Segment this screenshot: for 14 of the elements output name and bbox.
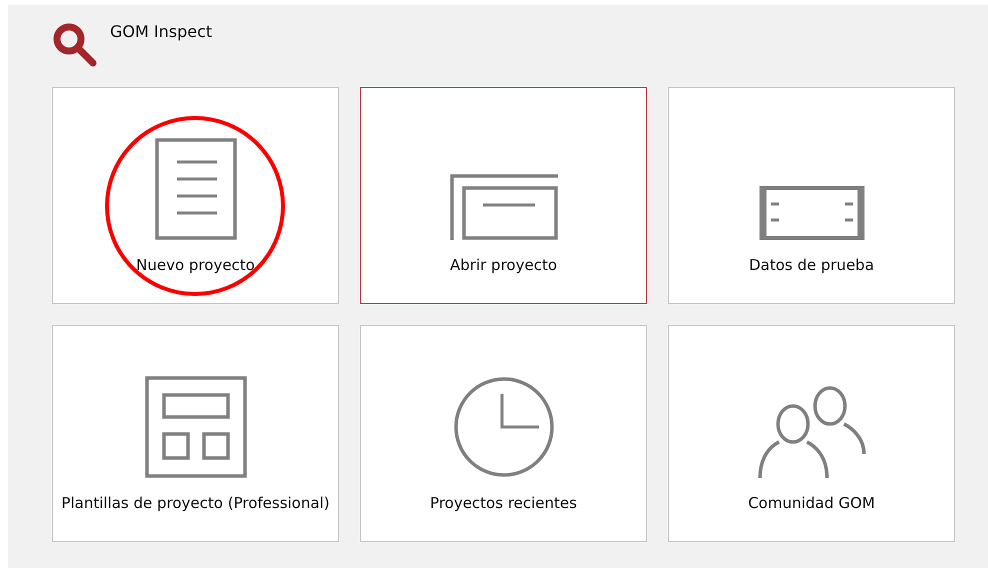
layout-icon (144, 376, 246, 478)
tile-button[interactable]: Comunidad GOM (668, 325, 955, 542)
tile-button[interactable]: Abrir proyecto (360, 87, 647, 304)
document-icon (154, 138, 236, 240)
panel-icon (758, 186, 866, 240)
clock-icon (452, 376, 554, 478)
tile-button[interactable]: Datos de prueba (668, 87, 955, 304)
people-icon (756, 386, 866, 478)
app-title: GOM Inspect (110, 22, 212, 41)
search-icon (52, 22, 98, 68)
tile-button[interactable]: Nuevo proyecto (52, 87, 339, 304)
tile-button[interactable]: Plantillas de proyecto (Professional) (52, 325, 339, 542)
tile-button[interactable]: Proyectos recientes (360, 325, 647, 542)
windows-icon (450, 174, 558, 240)
